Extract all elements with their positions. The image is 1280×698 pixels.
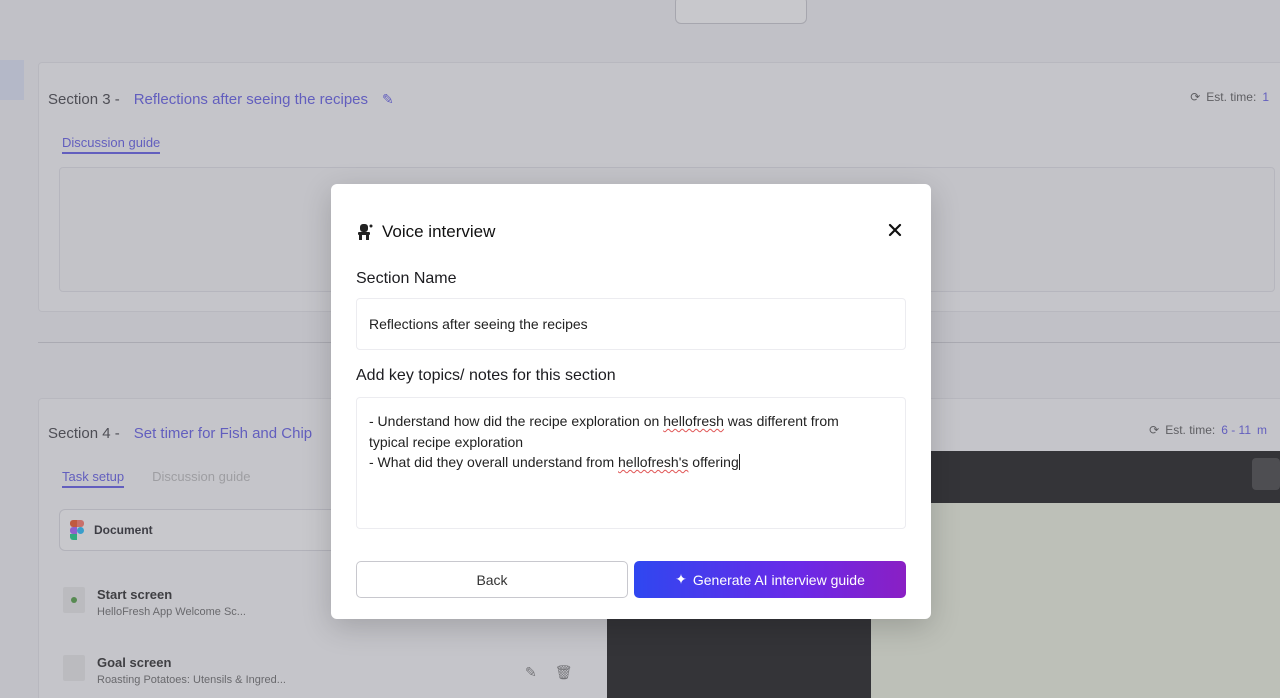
text-caret xyxy=(738,454,740,470)
notes-line: - What did they overall understand from … xyxy=(369,454,740,470)
modal-title: Voice interview xyxy=(382,222,496,241)
notes-textarea[interactable]: - Understand how did the recipe explorat… xyxy=(356,397,906,529)
section-name-input[interactable] xyxy=(356,298,906,350)
voice-interview-modal: Voice interview Section Name Add key top… xyxy=(331,184,931,619)
generate-label: Generate AI interview guide xyxy=(692,571,865,588)
close-icon[interactable] xyxy=(887,222,903,238)
notes-label: Add key topics/ notes for this section xyxy=(356,367,616,384)
generate-ai-guide-button[interactable]: ✦ Generate AI interview guide xyxy=(634,561,906,598)
notes-line: typical recipe exploration xyxy=(369,433,524,450)
back-button[interactable]: Back xyxy=(356,561,628,598)
section-name-label: Section Name xyxy=(356,270,457,287)
notes-line: - Understand how did the recipe explorat… xyxy=(369,413,839,429)
voice-interview-icon xyxy=(358,224,373,240)
sparkle-icon: ✦ xyxy=(675,571,687,587)
modal-header: Voice interview xyxy=(356,222,495,242)
